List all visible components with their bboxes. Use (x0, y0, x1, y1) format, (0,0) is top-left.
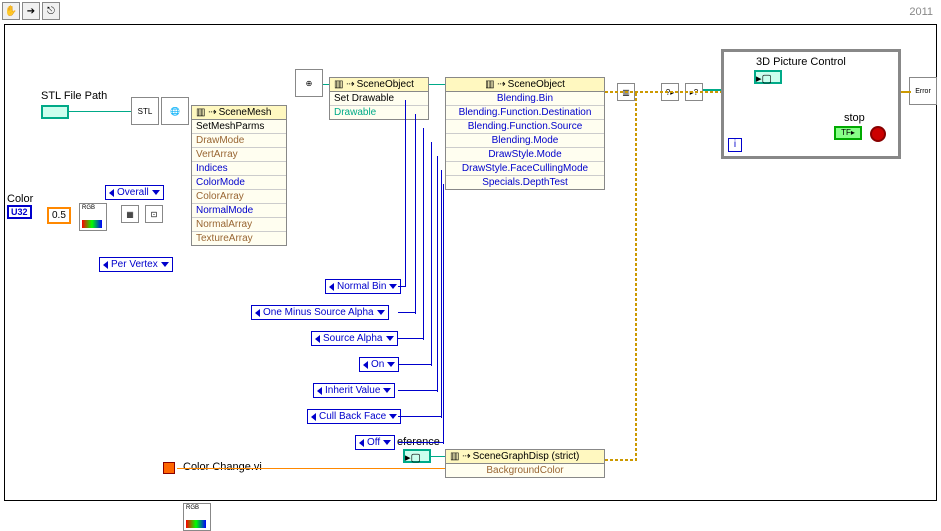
so2-row[interactable]: Blending.Mode (446, 134, 604, 148)
stop-label: stop (844, 112, 865, 124)
overall-constant[interactable]: Overall (105, 185, 164, 200)
wire (398, 442, 444, 443)
stop-terminal[interactable]: TF▸ (834, 126, 862, 140)
wire (69, 111, 131, 112)
reference-local[interactable]: ▸▢ (403, 449, 431, 463)
normalbin-constant[interactable]: Normal Bin (325, 279, 401, 294)
scenegraphdisp-node[interactable]: ▥ ⇢SceneGraphDisp (strict) BackgroundCol… (445, 449, 605, 478)
wire (398, 338, 424, 339)
mesh-row[interactable]: DrawMode (192, 134, 286, 148)
so2-row[interactable]: Blending.Function.Source (446, 120, 604, 134)
inner-loop-frame: 3D Picture Control ▸▢ stop TF▸ i (721, 49, 901, 159)
stop-button-icon[interactable] (870, 126, 886, 142)
wire (901, 91, 911, 93)
wire (635, 91, 637, 461)
hand-tool-icon[interactable]: ✋ (2, 2, 20, 20)
wire (431, 456, 445, 457)
so1-row[interactable]: Drawable (330, 106, 428, 119)
wire (605, 91, 721, 93)
sceneobject2-node[interactable]: ▥ ⇢SceneObject Blending.Bin Blending.Fun… (445, 77, 605, 190)
toolbar: ✋ ➔ ⎋ (0, 0, 62, 22)
colorchange-icon[interactable] (183, 503, 211, 531)
wire (443, 184, 444, 444)
color-constant[interactable] (163, 462, 175, 474)
wire (605, 459, 635, 461)
mesh-row[interactable]: SetMeshParms (192, 120, 286, 134)
wire (398, 390, 438, 391)
arrow-tool-icon[interactable]: ➔ (22, 2, 40, 20)
sceneobject2-header: ▥ ⇢SceneObject (446, 78, 604, 92)
build-array-icon[interactable]: ▦ (121, 205, 139, 223)
sceneobject1-header: ▥ ⇢SceneObject (330, 78, 428, 92)
wire (398, 286, 406, 287)
inherit-constant[interactable]: Inherit Value (313, 383, 395, 398)
wire (177, 468, 445, 469)
error-out-icon[interactable]: Error (909, 77, 937, 105)
wire (437, 156, 438, 392)
half-constant[interactable]: 0.5 (47, 207, 71, 224)
wire (398, 312, 416, 313)
while-loop-frame: STL File Path STL 🌐 Color U32 0.5 ▦ ⊡ Ov… (4, 24, 937, 501)
so2-row[interactable]: DrawStyle.FaceCullingMode (446, 162, 604, 176)
wire (441, 170, 442, 418)
color-label: Color (7, 193, 33, 205)
spool-tool-icon[interactable]: ⎋ (42, 2, 60, 20)
version-label: 2011 (909, 6, 933, 18)
mesh-row[interactable]: ColorArray (192, 190, 286, 204)
so2-row[interactable]: Blending.Function.Destination (446, 106, 604, 120)
sgd-row[interactable]: BackgroundColor (446, 464, 604, 477)
sceneobject1-node[interactable]: ▥ ⇢SceneObject Set Drawable Drawable (329, 77, 429, 120)
scenemesh-node[interactable]: ▥ ⇢SceneMesh SetMeshParms DrawMode VertA… (191, 105, 287, 246)
wire (398, 364, 432, 365)
oneminus-constant[interactable]: One Minus Source Alpha (251, 305, 389, 320)
mesh-row[interactable]: NormalArray (192, 218, 286, 232)
wire (398, 416, 442, 417)
mesh-row[interactable]: ColorMode (192, 176, 286, 190)
create-object-icon[interactable]: ⊕ (295, 69, 323, 97)
so2-row[interactable]: Specials.DepthTest (446, 176, 604, 189)
picture-label: 3D Picture Control (756, 56, 846, 68)
array-index-icon[interactable]: ⊡ (145, 205, 163, 223)
wire (429, 84, 445, 85)
wire (703, 89, 721, 91)
wire (415, 114, 416, 314)
cullback-constant[interactable]: Cull Back Face (307, 409, 401, 424)
mesh-row[interactable]: Indices (192, 162, 286, 176)
pervertex-constant[interactable]: Per Vertex (99, 257, 173, 272)
rgb-to-color-icon[interactable] (79, 203, 107, 231)
off-constant[interactable]: Off (355, 435, 395, 450)
so2-row[interactable]: Blending.Bin (446, 92, 604, 106)
wire (405, 100, 406, 286)
stl-file-icon[interactable]: STL (131, 97, 159, 125)
sourcealpha-constant[interactable]: Source Alpha (311, 331, 398, 346)
colorchange-label: Color Change.vi (183, 461, 262, 473)
mesh-row[interactable]: VertArray (192, 148, 286, 162)
mesh-row[interactable]: NormalMode (192, 204, 286, 218)
globe-icon[interactable]: 🌐 (161, 97, 189, 125)
iteration-terminal: i (728, 138, 742, 152)
wire (323, 84, 329, 85)
on-constant[interactable]: On (359, 357, 399, 372)
stl-path-terminal[interactable] (41, 105, 69, 119)
picture-terminal[interactable]: ▸▢ (754, 70, 782, 84)
wire (431, 142, 432, 366)
so2-row[interactable]: DrawStyle.Mode (446, 148, 604, 162)
mesh-row[interactable]: TextureArray (192, 232, 286, 245)
wire (423, 128, 424, 340)
so1-row[interactable]: Set Drawable (330, 92, 428, 106)
stl-filepath-label: STL File Path (41, 90, 107, 102)
u32-terminal[interactable]: U32 (7, 205, 32, 219)
scenemesh-header: ▥ ⇢SceneMesh (192, 106, 286, 120)
sgd-header: ▥ ⇢SceneGraphDisp (strict) (446, 450, 604, 464)
